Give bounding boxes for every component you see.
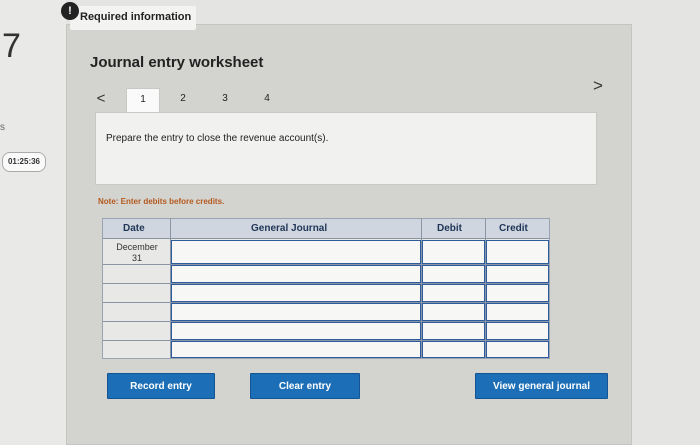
- instruction-text: Prepare the entry to close the revenue a…: [106, 133, 329, 144]
- credit-input[interactable]: [486, 240, 549, 264]
- chevron-right-icon[interactable]: >: [590, 76, 606, 96]
- chevron-left-icon[interactable]: <: [93, 90, 109, 108]
- credit-input[interactable]: [486, 341, 549, 358]
- info-alert-icon: !: [61, 2, 79, 20]
- debit-input[interactable]: [422, 265, 485, 283]
- debit-input[interactable]: [422, 240, 485, 264]
- debit-input[interactable]: [422, 303, 485, 321]
- credit-input[interactable]: [486, 265, 549, 283]
- journal-account-input[interactable]: [171, 265, 421, 283]
- header-date: Date: [123, 223, 145, 234]
- date-day: 31: [131, 253, 142, 263]
- note-text: Note: Enter debits before credits.: [98, 197, 225, 206]
- question-number: 7: [2, 27, 21, 65]
- credit-input[interactable]: [486, 322, 549, 340]
- left-sidebar: [0, 0, 66, 445]
- worksheet-title: Journal entry worksheet: [90, 54, 264, 71]
- journal-account-input[interactable]: [171, 303, 421, 321]
- tab-3[interactable]: 3: [208, 88, 242, 112]
- view-general-journal-button[interactable]: View general journal: [475, 373, 608, 399]
- timer: 01:25:36: [2, 152, 46, 172]
- credit-input[interactable]: [486, 303, 549, 321]
- journal-entry-table: Date General Journal Debit Credit Decemb…: [102, 218, 550, 359]
- journal-account-input[interactable]: [171, 240, 421, 264]
- required-info-label[interactable]: Required information: [80, 11, 191, 23]
- header-debit: Debit: [437, 223, 462, 234]
- debit-input[interactable]: [422, 341, 485, 358]
- header-credit: Credit: [499, 223, 528, 234]
- credit-input[interactable]: [486, 284, 549, 302]
- tab-1[interactable]: 1: [126, 88, 160, 114]
- debit-input[interactable]: [422, 284, 485, 302]
- debit-input[interactable]: [422, 322, 485, 340]
- tab-2[interactable]: 2: [166, 88, 200, 112]
- journal-account-input[interactable]: [171, 341, 421, 358]
- clear-entry-button[interactable]: Clear entry: [250, 373, 360, 399]
- journal-account-input[interactable]: [171, 322, 421, 340]
- instruction-panel: [95, 112, 597, 185]
- tab-4[interactable]: 4: [250, 88, 284, 112]
- date-month: December: [116, 242, 158, 252]
- record-entry-button[interactable]: Record entry: [107, 373, 215, 399]
- side-label: s: [0, 122, 5, 133]
- header-general-journal: General Journal: [251, 223, 328, 234]
- journal-account-input[interactable]: [171, 284, 421, 302]
